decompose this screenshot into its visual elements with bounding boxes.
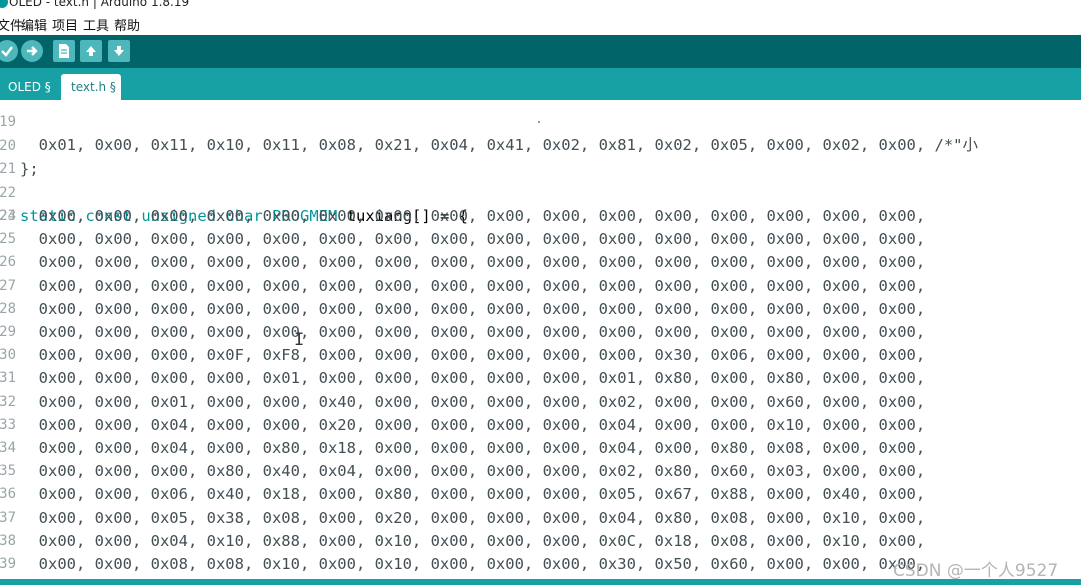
code-line: 24 0x00, 0x00, 0x00, 0x00, 0x00, 0x00, 0…: [0, 205, 1081, 228]
stray-dot: [538, 121, 540, 123]
line-number: 32: [0, 393, 16, 410]
tab-text-h[interactable]: text.h §: [61, 74, 121, 100]
arrow-right-icon: [27, 46, 38, 56]
code-text: 0x00, 0x00, 0x00, 0x0F, 0xF8, 0x00, 0x00…: [20, 346, 926, 365]
menu-tools[interactable]: 工具: [83, 15, 109, 34]
arrow-up-icon: [86, 46, 96, 56]
code-line: 23: [0, 182, 1081, 224]
code-line: 29 0x00, 0x00, 0x00, 0x00, 0x00, 0x00, 0…: [0, 321, 1081, 344]
menu-edit[interactable]: 编辑: [21, 15, 47, 34]
line-number: 34: [0, 440, 16, 456]
line-number: 25: [0, 231, 16, 248]
new-file-icon: [59, 44, 69, 58]
code-text: 0x00, 0x00, 0x08, 0x08, 0x10, 0x00, 0x10…: [20, 555, 926, 573]
save-button[interactable]: [108, 40, 130, 62]
line-number: 35: [0, 463, 16, 480]
code-line: 36 0x00, 0x00, 0x06, 0x40, 0x18, 0x00, 0…: [0, 483, 1081, 506]
code-line: 38 0x00, 0x00, 0x04, 0x10, 0x88, 0x00, 0…: [0, 530, 1081, 553]
code-text: 0x00, 0x00, 0x05, 0x38, 0x08, 0x00, 0x20…: [20, 508, 926, 527]
code-line: 27 0x00, 0x00, 0x00, 0x00, 0x00, 0x00, 0…: [0, 275, 1081, 298]
arrow-down-icon: [114, 46, 124, 56]
line-number: 30: [0, 347, 16, 364]
code-text: 0x00, 0x00, 0x04, 0x00, 0x00, 0x20, 0x00…: [20, 415, 926, 434]
tab-bar: OLED § text.h §: [0, 68, 1081, 100]
tab-oled[interactable]: OLED §: [0, 74, 61, 100]
line-number: 26: [0, 254, 16, 271]
checkmark-icon: [1, 46, 13, 57]
watermark: CSDN @一个人9527: [893, 561, 1059, 581]
line-number: 33: [0, 416, 16, 433]
code-editor[interactable]: 19 0x01, 0x00, 0x11, 0x10, 0x11, 0x08, 0…: [0, 100, 1081, 579]
line-number: 38: [0, 532, 16, 549]
line-number: 29: [0, 324, 16, 340]
code-line: 37 0x00, 0x00, 0x05, 0x38, 0x08, 0x00, 0…: [0, 507, 1081, 530]
toolbar: [0, 35, 1081, 68]
code-text: 0x00, 0x00, 0x00, 0x00, 0x00, 0x00, 0x00…: [20, 230, 926, 249]
open-button[interactable]: [80, 40, 102, 62]
code-line: 31 0x00, 0x00, 0x00, 0x00, 0x01, 0x00, 0…: [0, 367, 1081, 390]
code-line: 22 static const unsigned char PROGMEM tu…: [0, 159, 1081, 225]
line-number: 24: [0, 208, 16, 224]
line-number: 27: [0, 277, 16, 294]
code-line: 21: [0, 135, 1081, 177]
menu-file[interactable]: 文件: [0, 15, 23, 34]
window-title: OLED - text.h | Arduino 1.8.19: [9, 0, 190, 9]
menu-help[interactable]: 帮助: [114, 15, 140, 34]
code-text: 0x00, 0x00, 0x00, 0x00, 0x01, 0x00, 0x00…: [20, 369, 926, 388]
code-line: 25 0x00, 0x00, 0x00, 0x00, 0x00, 0x00, 0…: [0, 228, 1081, 251]
code-text: 0x00, 0x00, 0x04, 0x00, 0x80, 0x18, 0x00…: [20, 439, 926, 457]
code-line: 19 0x01, 0x00, 0x11, 0x10, 0x11, 0x08, 0…: [0, 100, 1081, 154]
code-line: 32 0x00, 0x00, 0x01, 0x00, 0x00, 0x40, 0…: [0, 391, 1081, 414]
code-line: 26 0x00, 0x00, 0x00, 0x00, 0x00, 0x00, 0…: [0, 251, 1081, 274]
code-text: 0x00, 0x00, 0x00, 0x00, 0x00, 0x00, 0x00…: [20, 299, 926, 318]
line-number: 37: [0, 509, 16, 526]
line-number: 28: [0, 300, 16, 317]
code-text: 0x00, 0x00, 0x00, 0x00, 0x00, 0x00, 0x00…: [20, 276, 926, 295]
code-text: 0x00, 0x00, 0x06, 0x40, 0x18, 0x00, 0x80…: [20, 485, 926, 504]
code-text: 0x00, 0x00, 0x01, 0x00, 0x00, 0x40, 0x00…: [20, 392, 926, 411]
new-sketch-button[interactable]: [53, 40, 75, 62]
code-line: 30 0x00, 0x00, 0x00, 0x0F, 0xF8, 0x00, 0…: [0, 344, 1081, 367]
code-line: 34 0x00, 0x00, 0x04, 0x00, 0x80, 0x18, 0…: [0, 437, 1081, 460]
arduino-app-icon: [0, 0, 8, 8]
line-number: 31: [0, 370, 16, 387]
code-text: 0x00, 0x00, 0x00, 0x80, 0x40, 0x04, 0x00…: [20, 462, 926, 481]
code-text: 0x00, 0x00, 0x00, 0x00, 0x00, 0x00, 0x00…: [20, 207, 926, 225]
menu-bar: 文件 编辑 项目 工具 帮助: [0, 13, 1081, 35]
code-text: 0x00, 0x00, 0x00, 0x00, 0x00, 0x00, 0x00…: [20, 323, 926, 341]
code-line: 28 0x00, 0x00, 0x00, 0x00, 0x00, 0x00, 0…: [0, 298, 1081, 321]
code-text: 0x00, 0x00, 0x00, 0x00, 0x00, 0x00, 0x00…: [20, 253, 926, 272]
text-cursor-icon: I: [294, 330, 305, 350]
verify-button[interactable]: [0, 40, 18, 62]
upload-button[interactable]: [21, 40, 43, 62]
code-line: 35 0x00, 0x00, 0x00, 0x80, 0x40, 0x04, 0…: [0, 460, 1081, 483]
code-text: 0x00, 0x00, 0x04, 0x10, 0x88, 0x00, 0x10…: [20, 531, 926, 550]
line-number: 39: [0, 556, 16, 572]
code-line: 20 };: [0, 112, 1081, 178]
menu-sketch[interactable]: 项目: [52, 15, 78, 34]
line-number: 36: [0, 486, 16, 503]
title-bar: OLED - text.h | Arduino 1.8.19: [0, 0, 1081, 13]
code-line: 33 0x00, 0x00, 0x04, 0x00, 0x00, 0x20, 0…: [0, 414, 1081, 437]
